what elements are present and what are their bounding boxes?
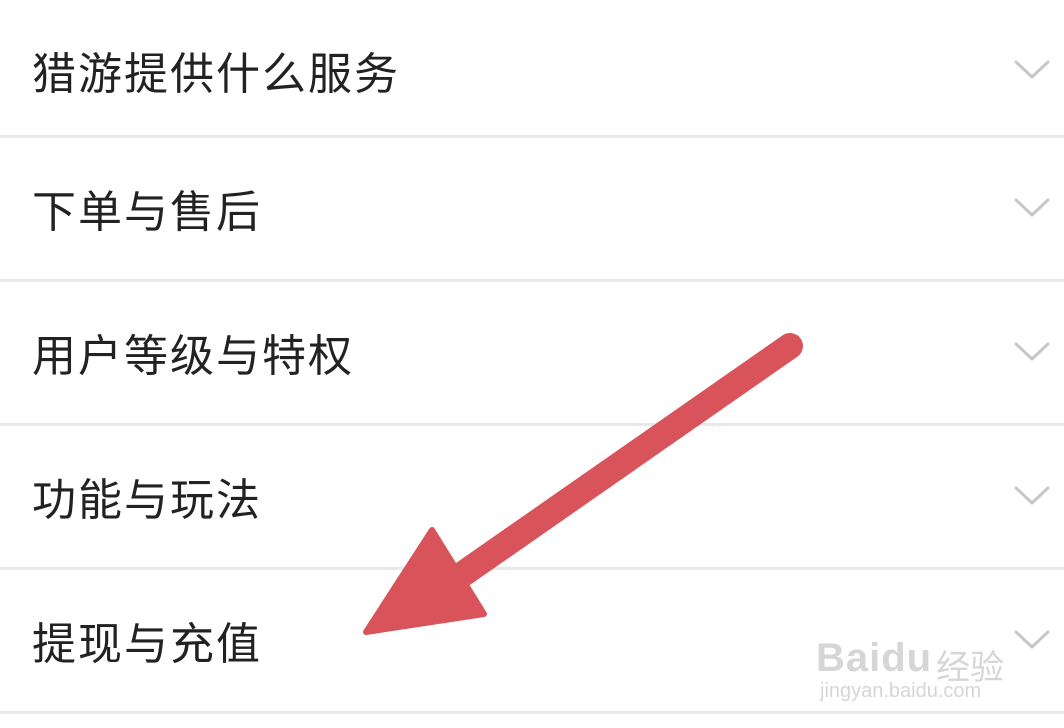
- faq-item-label: 提现与充值: [32, 619, 262, 670]
- faq-list: 猎游提供什么服务 下单与售后 用户等级与特权 功能与玩法 提现与充值: [0, 0, 1064, 728]
- faq-item-services[interactable]: 猎游提供什么服务: [0, 0, 1064, 140]
- divider: [0, 711, 1064, 714]
- faq-item-features[interactable]: 功能与玩法: [0, 426, 1064, 566]
- chevron-down-icon[interactable]: [1014, 342, 1050, 362]
- faq-item-user-level[interactable]: 用户等级与特权: [0, 282, 1064, 422]
- chevron-down-icon[interactable]: [1014, 486, 1050, 506]
- chevron-down-icon[interactable]: [1014, 198, 1050, 218]
- faq-item-label: 猎游提供什么服务: [32, 49, 400, 100]
- faq-item-orders[interactable]: 下单与售后: [0, 138, 1064, 278]
- faq-item-label: 下单与售后: [32, 187, 262, 238]
- faq-item-label: 用户等级与特权: [32, 331, 354, 382]
- chevron-down-icon[interactable]: [1014, 630, 1050, 650]
- faq-item-withdraw-recharge[interactable]: 提现与充值: [0, 570, 1064, 710]
- faq-item-label: 功能与玩法: [32, 475, 262, 526]
- chevron-down-icon[interactable]: [1014, 60, 1050, 80]
